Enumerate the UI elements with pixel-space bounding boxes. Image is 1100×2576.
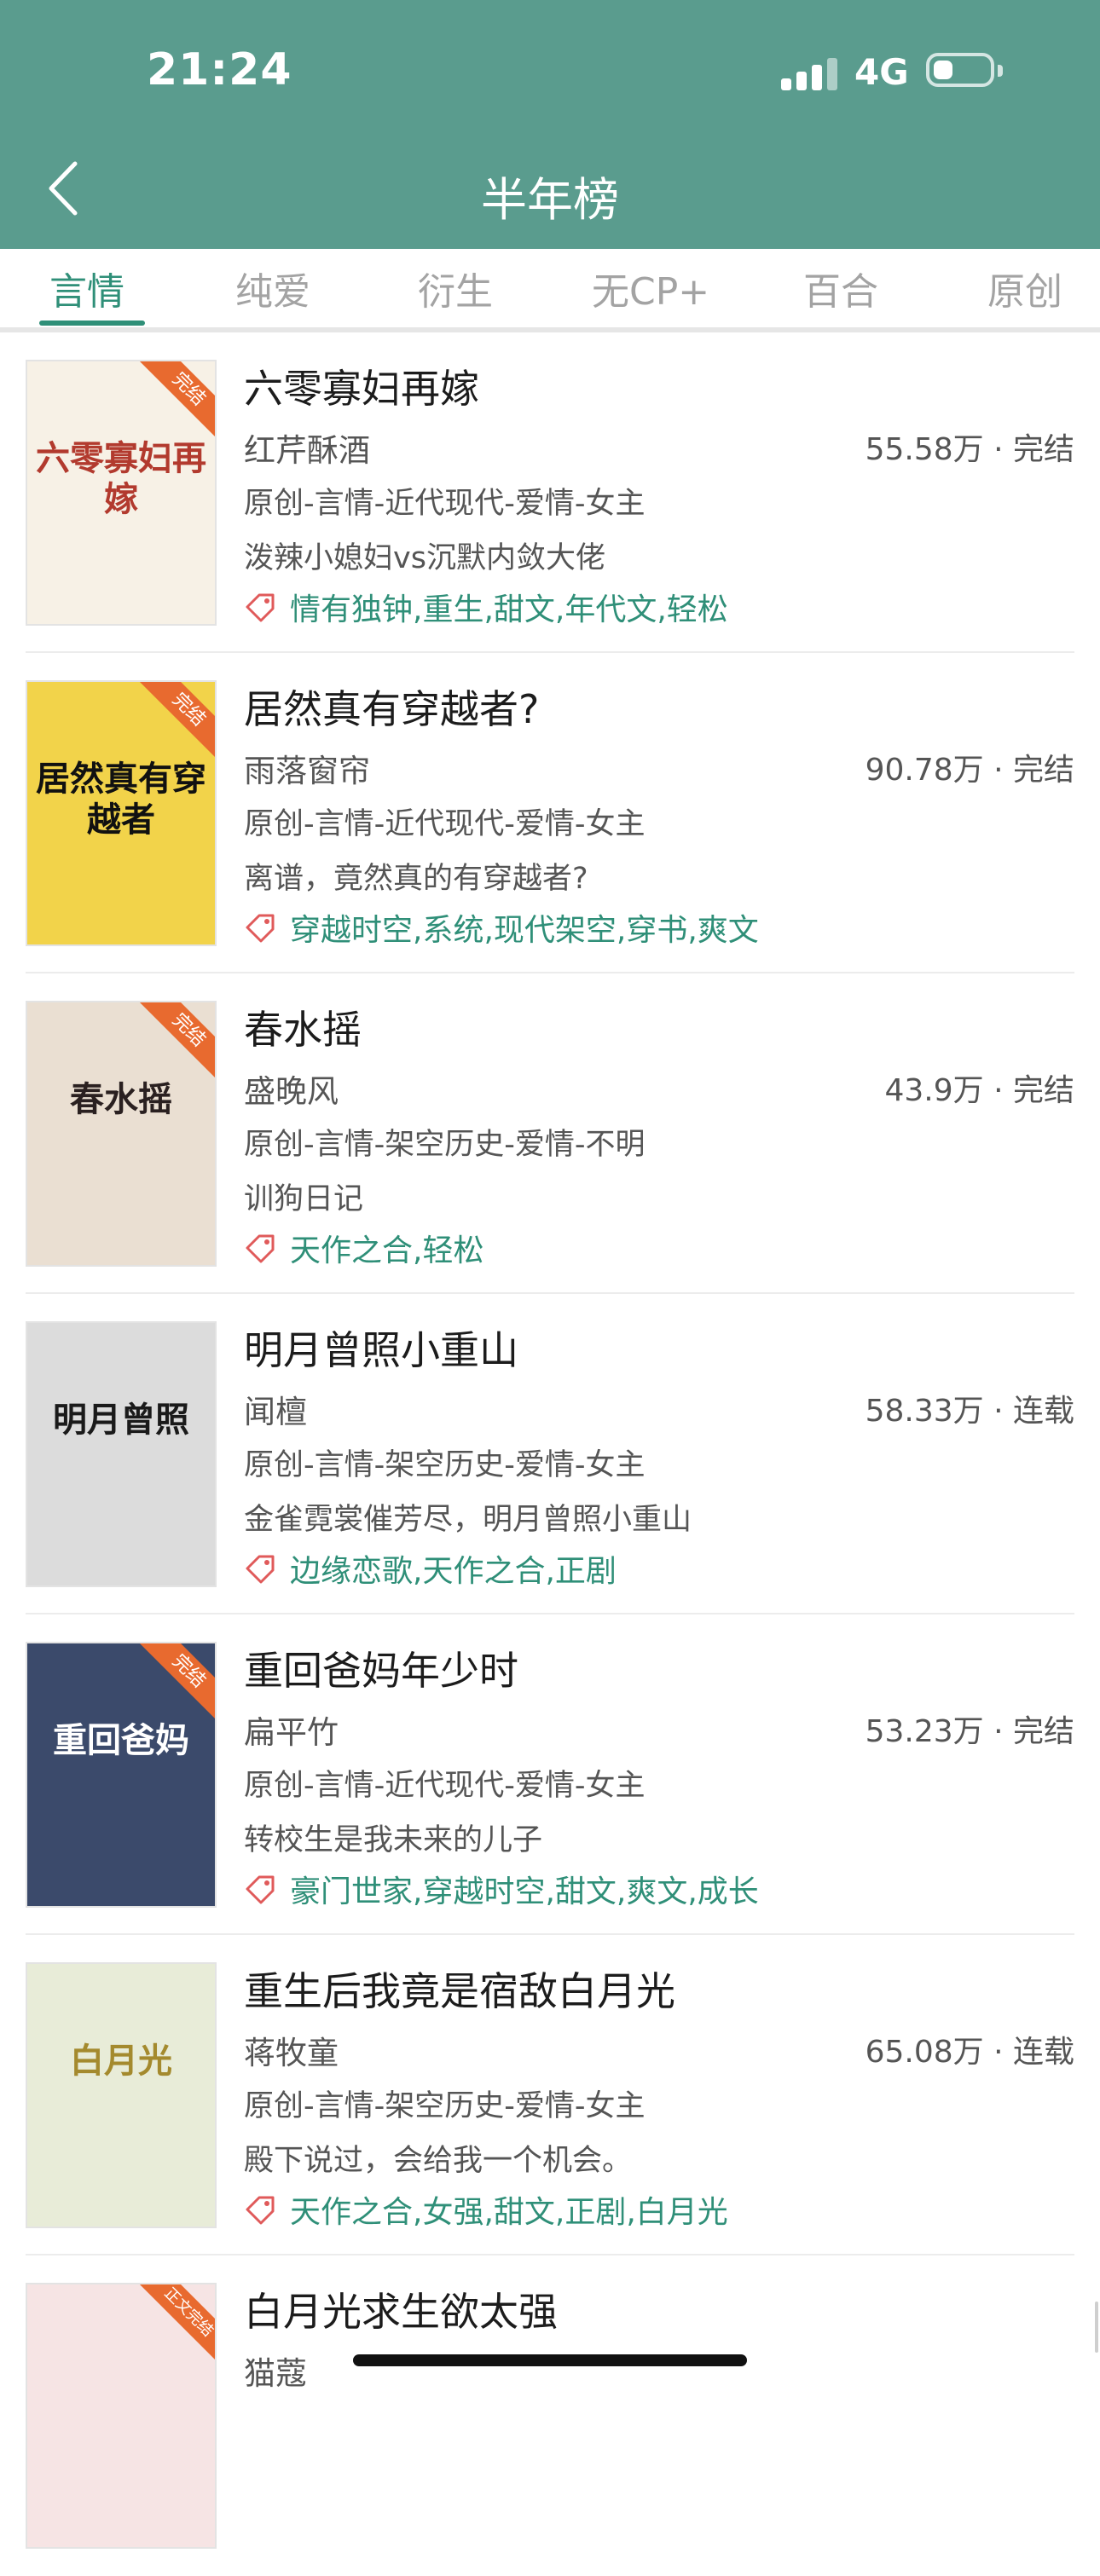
- battery-tip: [998, 65, 1003, 77]
- home-indicator[interactable]: [353, 2354, 747, 2366]
- tag-icon: [246, 914, 275, 943]
- book-author[interactable]: 蒋牧童: [244, 2027, 339, 2073]
- book-tags: 穿越时空,系统,现代架空,穿书,爽文: [290, 913, 759, 948]
- tag-icon: [246, 1875, 275, 1904]
- book-title[interactable]: 明月曾照小重山: [244, 1320, 518, 1376]
- tab-romance[interactable]: 言情: [49, 261, 124, 315]
- cover-title-art: 六零寡妇再嫁: [36, 438, 206, 519]
- book-tags: 边缘恋歌,天作之合,正剧: [290, 1554, 617, 1589]
- book-tags: 天作之合,女强,甜文,正剧,白月光: [290, 2195, 728, 2230]
- book-author[interactable]: 扁平竹: [244, 1707, 339, 1753]
- book-cover[interactable]: 正文完结: [26, 2283, 217, 2549]
- status-ribbon: 完结: [139, 1643, 215, 1721]
- book-stats: 53.23万 · 完结: [865, 1714, 1074, 1749]
- book-intro: 转校生是我未来的儿子: [244, 1823, 543, 1857]
- status-ribbon: 完结: [139, 1002, 215, 1080]
- battery-icon: [926, 53, 994, 87]
- cover-title-art: 春水摇: [70, 1079, 172, 1119]
- book-cover[interactable]: 六零寡妇再嫁 完结: [26, 360, 217, 626]
- book-tags: 天作之合,轻松: [290, 1233, 484, 1268]
- tag-icon: [246, 593, 275, 622]
- tab-original[interactable]: 原创: [987, 261, 1062, 315]
- list-item[interactable]: 明月曾照 明月曾照小重山 闻檀 58.33万 · 连载 原创-言情-架空历史-爱…: [0, 1294, 1100, 1614]
- book-intro: 殿下说过，会给我一个机会。: [244, 2144, 633, 2178]
- scrollbar[interactable]: [1095, 2302, 1098, 2353]
- signal-icon: [781, 56, 837, 90]
- book-category: 原创-言情-近代现代-爱情-女主: [244, 1769, 646, 1803]
- network-label: 4G: [854, 51, 909, 93]
- status-ribbon: 完结: [139, 361, 215, 439]
- book-category: 原创-言情-近代现代-爱情-女主: [244, 487, 646, 521]
- page-title: 半年榜: [481, 173, 619, 227]
- list-item[interactable]: 春水摇 完结 春水摇 盛晚风 43.9万 · 完结 原创-言情-架空历史-爱情-…: [0, 973, 1100, 1294]
- book-author[interactable]: 闻檀: [244, 1386, 307, 1432]
- app-header: 21:24 4G 半年榜: [0, 0, 1100, 249]
- book-cover[interactable]: 白月光: [26, 1962, 217, 2228]
- book-cover[interactable]: 重回爸妈 完结: [26, 1642, 217, 1908]
- book-category: 原创-言情-架空历史-爱情-不明: [244, 1128, 646, 1162]
- status-ribbon: 完结: [139, 682, 215, 760]
- book-cover[interactable]: 明月曾照: [26, 1321, 217, 1587]
- book-category: 原创-言情-近代现代-爱情-女主: [244, 807, 646, 841]
- book-author[interactable]: 盛晚风: [244, 1066, 339, 1112]
- book-title[interactable]: 六零寡妇再嫁: [244, 358, 479, 414]
- list-item[interactable]: 六零寡妇再嫁 完结 六零寡妇再嫁 红芹酥酒 55.58万 · 完结 原创-言情-…: [0, 332, 1100, 653]
- tab-fanfic[interactable]: 衍生: [418, 261, 493, 315]
- book-tags: 情有独钟,重生,甜文,年代文,轻松: [290, 592, 728, 627]
- tag-icon: [246, 1555, 275, 1584]
- book-stats: 90.78万 · 完结: [865, 753, 1074, 788]
- list-item[interactable]: 正文完结 白月光求生欲太强 猫蔻: [0, 2255, 1100, 2576]
- cover-title-art: 白月光: [70, 2041, 172, 2081]
- book-title[interactable]: 白月光求生欲太强: [244, 2281, 558, 2337]
- book-title[interactable]: 居然真有穿越者?: [244, 679, 539, 735]
- status-time: 21:24: [147, 44, 292, 95]
- list-item[interactable]: 白月光 重生后我竟是宿敌白月光 蒋牧童 65.08万 · 连载 原创-言情-架空…: [0, 1935, 1100, 2255]
- book-intro: 离谱，竟然真的有穿越者?: [244, 862, 588, 896]
- book-category: 原创-言情-架空历史-爱情-女主: [244, 2089, 646, 2123]
- status-ribbon: 正文完结: [139, 2284, 215, 2362]
- book-intro: 训狗日记: [244, 1182, 364, 1216]
- book-title[interactable]: 重回爸妈年少时: [244, 1640, 518, 1696]
- list-item[interactable]: 居然真有穿越者 完结 居然真有穿越者? 雨落窗帘 90.78万 · 完结 原创-…: [0, 653, 1100, 973]
- book-title[interactable]: 重生后我竟是宿敌白月光: [244, 1961, 675, 2017]
- book-cover[interactable]: 居然真有穿越者 完结: [26, 680, 217, 946]
- book-author[interactable]: 红芹酥酒: [244, 425, 370, 471]
- tab-gl[interactable]: 百合: [803, 261, 878, 315]
- cover-title-art: 明月曾照: [53, 1400, 189, 1440]
- active-tab-indicator: [39, 321, 145, 326]
- book-intro: 泼辣小媳妇vs沉默内敛大佬: [244, 541, 605, 575]
- book-intro: 金雀霓裳催芳尽，明月曾照小重山: [244, 1503, 692, 1537]
- list-item[interactable]: 重回爸妈 完结 重回爸妈年少时 扁平竹 53.23万 · 完结 原创-言情-近代…: [0, 1614, 1100, 1935]
- tab-no-cp[interactable]: 无CP+: [592, 261, 709, 315]
- cover-title-art: 重回爸妈: [53, 1720, 189, 1760]
- category-tabs: 言情 纯爱 衍生 无CP+ 百合 原创: [0, 249, 1100, 332]
- book-title[interactable]: 春水摇: [244, 999, 362, 1055]
- tab-bl[interactable]: 纯爱: [235, 261, 310, 315]
- book-cover[interactable]: 春水摇 完结: [26, 1001, 217, 1267]
- cover-title-art: 居然真有穿越者: [36, 759, 206, 840]
- book-stats: 43.9万 · 完结: [884, 1073, 1075, 1108]
- book-author[interactable]: 猫蔻: [244, 2348, 307, 2394]
- book-stats: 55.58万 · 完结: [865, 432, 1074, 467]
- book-category: 原创-言情-架空历史-爱情-女主: [244, 1448, 646, 1482]
- tag-icon: [246, 1234, 275, 1263]
- book-author[interactable]: 雨落窗帘: [244, 745, 370, 791]
- tag-icon: [246, 2196, 275, 2225]
- book-tags: 豪门世家,穿越时空,甜文,爽文,成长: [290, 1874, 759, 1909]
- book-stats: 58.33万 · 连载: [865, 1394, 1074, 1429]
- book-stats: 65.08万 · 连载: [865, 2035, 1074, 2070]
